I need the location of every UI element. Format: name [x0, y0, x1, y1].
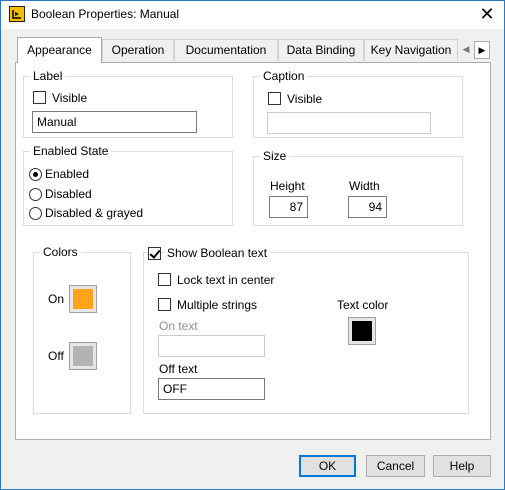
on-text-label: On text	[159, 319, 198, 333]
title-bar[interactable]: Boolean Properties: Manual ✕	[1, 1, 504, 29]
text-color-picker[interactable]	[348, 317, 376, 345]
caption-group-title: Caption	[260, 69, 308, 83]
window-title: Boolean Properties: Manual	[31, 7, 180, 21]
disabled-radio-label: Disabled	[45, 187, 92, 201]
close-icon[interactable]: ✕	[470, 1, 504, 29]
enabled-radio[interactable]	[29, 168, 42, 181]
label-group: Label Visible Manual	[23, 69, 233, 138]
labview-app-icon	[9, 6, 25, 22]
off-color-swatch	[73, 346, 93, 366]
tab-operation[interactable]: Operation	[102, 39, 174, 61]
cancel-button[interactable]: Cancel	[366, 455, 425, 477]
colors-group: Colors On Off	[33, 245, 131, 414]
on-color-swatch	[73, 289, 93, 309]
label-visible-label: Visible	[52, 91, 88, 105]
colors-group-title: Colors	[40, 245, 81, 259]
tab-scroll-right-icon[interactable]: ▶	[474, 41, 490, 59]
label-visible-checkbox[interactable]	[33, 91, 46, 104]
on-color-label: On	[48, 292, 65, 306]
off-color-label: Off	[48, 349, 64, 363]
ok-button[interactable]: OK	[299, 455, 356, 477]
width-label: Width	[349, 179, 380, 193]
dialog-window: Boolean Properties: Manual ✕ Appearance …	[0, 0, 505, 490]
multiple-strings-label: Multiple strings	[177, 298, 258, 312]
text-color-swatch	[352, 321, 372, 341]
caption-visible-checkbox[interactable]	[268, 92, 281, 105]
lock-text-center-label: Lock text in center	[177, 273, 275, 287]
tab-key-navigation[interactable]: Key Navigation	[364, 39, 458, 61]
caption-text-field[interactable]	[267, 112, 431, 134]
on-color-picker[interactable]	[69, 285, 97, 313]
show-boolean-text-label: Show Boolean text	[164, 246, 271, 260]
width-field[interactable]: 94	[348, 196, 387, 218]
height-label: Height	[270, 179, 305, 193]
lock-text-center-checkbox[interactable]	[158, 273, 171, 286]
size-group-title: Size	[260, 149, 290, 163]
boolean-text-group: Show Boolean text Lock text in center Mu…	[143, 246, 469, 414]
tab-documentation[interactable]: Documentation	[174, 39, 278, 61]
tab-appearance[interactable]: Appearance	[17, 37, 102, 63]
help-button[interactable]: Help	[433, 455, 491, 477]
appearance-panel: Label Visible Manual Caption Visible Ena…	[15, 62, 491, 440]
off-text-label: Off text	[159, 362, 198, 376]
on-text-field[interactable]	[158, 335, 265, 357]
disabled-radio[interactable]	[29, 188, 42, 201]
tab-scroll-left-icon[interactable]: ◀	[458, 41, 474, 59]
disabled-grayed-radio-label: Disabled & grayed	[45, 206, 144, 220]
show-boolean-text-checkbox[interactable]	[148, 247, 161, 260]
caption-group: Caption Visible	[253, 69, 463, 138]
caption-visible-label: Visible	[287, 92, 323, 106]
height-field[interactable]: 87	[269, 196, 308, 218]
label-group-title: Label	[30, 69, 66, 83]
text-color-label: Text color	[337, 298, 389, 312]
label-text-field[interactable]: Manual	[32, 111, 197, 133]
enabled-state-title: Enabled State	[30, 144, 112, 158]
size-group: Size Height 87 Width 94	[253, 149, 463, 226]
off-color-picker[interactable]	[69, 342, 97, 370]
disabled-grayed-radio[interactable]	[29, 207, 42, 220]
multiple-strings-checkbox[interactable]	[158, 298, 171, 311]
enabled-radio-label: Enabled	[45, 167, 90, 181]
enabled-state-group: Enabled State Enabled Disabled Disabled …	[23, 144, 233, 226]
tab-data-binding[interactable]: Data Binding	[278, 39, 364, 61]
off-text-field[interactable]: OFF	[158, 378, 265, 400]
